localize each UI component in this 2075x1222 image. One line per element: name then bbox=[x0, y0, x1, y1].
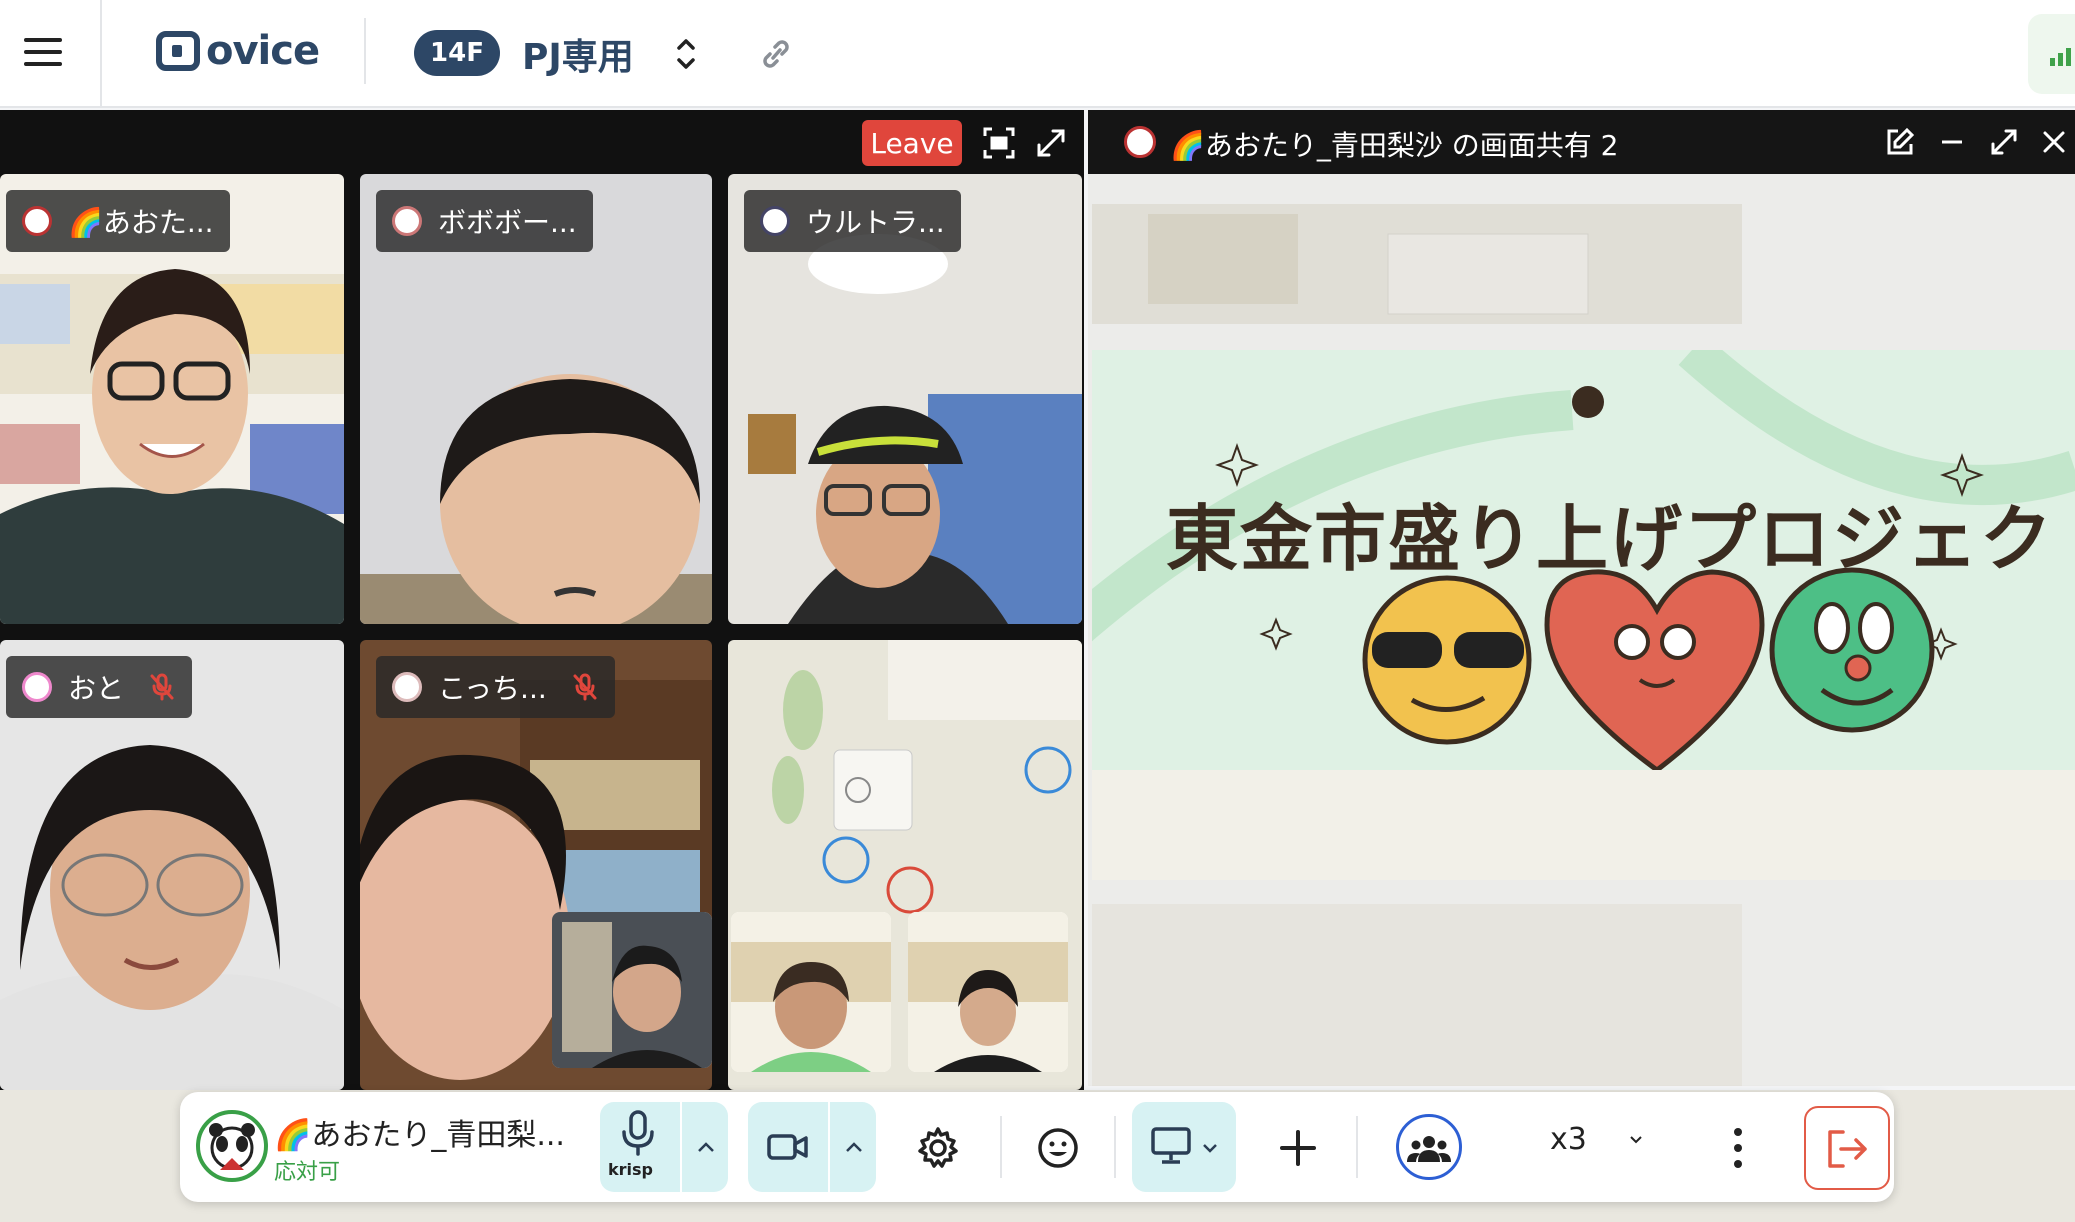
microphone-icon bbox=[622, 1110, 654, 1156]
video-tile[interactable]: おと bbox=[0, 640, 344, 1090]
close-icon[interactable] bbox=[2038, 126, 2070, 158]
krisp-label: krisp bbox=[608, 1160, 653, 1179]
chevron-down-icon[interactable] bbox=[1202, 1142, 1218, 1154]
room-switch-chevron-icon[interactable] bbox=[672, 34, 700, 74]
mic-muted-icon bbox=[150, 673, 174, 701]
settings-gear-icon[interactable] bbox=[916, 1126, 960, 1170]
participant-name: ボボボー... bbox=[438, 206, 577, 239]
participant-name: こっち... bbox=[438, 672, 547, 705]
video-tile[interactable]: ボボボー... bbox=[360, 174, 712, 624]
video-grid-panel: Leave 🌈あおた... ボボボー... ウルトラ... おと こっち... bbox=[0, 110, 1084, 1090]
participant-name-chip: ボボボー... bbox=[376, 190, 593, 252]
link-icon[interactable] bbox=[756, 36, 796, 72]
participant-name-chip: ウルトラ... bbox=[744, 190, 961, 252]
chevron-up-icon[interactable] bbox=[696, 1140, 716, 1154]
add-icon[interactable] bbox=[1278, 1128, 1318, 1168]
presentation-slide: 東金市盛り上げプロジェクト bbox=[1092, 350, 2075, 770]
exit-icon bbox=[1828, 1130, 1867, 1168]
menu-icon[interactable] bbox=[24, 38, 62, 68]
screen-share-title: 🌈あおたり_青田梨沙 の画面共有 2 bbox=[1170, 129, 1619, 162]
more-options-icon[interactable] bbox=[1732, 1126, 1744, 1170]
room-name[interactable]: PJ専用 bbox=[522, 28, 634, 80]
monitor-icon bbox=[1151, 1127, 1191, 1164]
participant-name: 🌈あおた... bbox=[68, 206, 214, 239]
minimize-icon[interactable] bbox=[1936, 126, 1968, 158]
participant-name: ウルトラ... bbox=[806, 206, 945, 239]
zoom-level[interactable]: x3 bbox=[1550, 1122, 1587, 1157]
my-avatar[interactable] bbox=[196, 1110, 268, 1182]
divider bbox=[364, 18, 366, 84]
slide-footer-band bbox=[1092, 770, 2075, 880]
mic-muted-icon bbox=[573, 673, 597, 701]
leave-button[interactable]: Leave bbox=[862, 120, 962, 166]
camera-button[interactable] bbox=[748, 1102, 876, 1192]
screen-share-panel: 🌈あおたり_青田梨沙 の画面共有 2 東金市盛り上げプロジェクト bbox=[1088, 110, 2075, 1086]
slide-title: 東金市盛り上げプロジェクト bbox=[1166, 497, 2075, 581]
focus-frame-icon[interactable] bbox=[982, 126, 1016, 160]
emoji-reaction-icon[interactable] bbox=[1036, 1126, 1080, 1170]
participant-name-chip: こっち... bbox=[376, 656, 615, 718]
annotate-icon[interactable] bbox=[1884, 126, 1916, 158]
participants-button[interactable] bbox=[1396, 1114, 1462, 1180]
mini-video-tile[interactable] bbox=[552, 912, 712, 1068]
screen-share-header: 🌈あおたり_青田梨沙 の画面共有 2 bbox=[1088, 110, 2075, 174]
floor-badge[interactable]: 14F bbox=[414, 30, 500, 76]
participant-name: おと bbox=[68, 672, 125, 705]
connection-signal-icon[interactable] bbox=[2028, 14, 2075, 94]
chevron-up-icon[interactable] bbox=[844, 1140, 864, 1154]
avatar bbox=[22, 672, 52, 702]
mini-video-tile[interactable] bbox=[908, 912, 1068, 1072]
my-status[interactable]: 応対可 bbox=[274, 1154, 340, 1186]
video-panel-header: Leave bbox=[0, 110, 1084, 174]
ovice-logo[interactable]: ovice bbox=[156, 26, 320, 76]
expand-icon[interactable] bbox=[1034, 126, 1068, 160]
participant-name-chip: 🌈あおた... bbox=[6, 190, 230, 252]
people-icon bbox=[1407, 1136, 1451, 1162]
avatar bbox=[1124, 126, 1156, 158]
expand-icon[interactable] bbox=[1988, 126, 2020, 158]
video-tile[interactable]: こっち... bbox=[360, 640, 712, 1090]
avatar bbox=[392, 672, 422, 702]
exit-space-button[interactable] bbox=[1804, 1106, 1890, 1190]
divider bbox=[100, 0, 102, 108]
my-name: 🌈あおたり_青田梨... bbox=[274, 1118, 565, 1153]
top-bar: ovice 14F PJ専用 bbox=[0, 0, 2075, 108]
logo-text: ovice bbox=[206, 28, 320, 74]
space-map-tile[interactable] bbox=[728, 640, 1082, 1090]
avatar bbox=[760, 206, 790, 236]
video-tile[interactable]: ウルトラ... bbox=[728, 174, 1082, 624]
avatar bbox=[22, 206, 52, 236]
microphone-button[interactable]: krisp bbox=[600, 1102, 728, 1192]
video-tile[interactable]: 🌈あおた... bbox=[0, 174, 344, 624]
bottom-toolbar: 🌈あおたり_青田梨... 応対可 krisp x3 bbox=[180, 1092, 1894, 1202]
mini-video-tile[interactable] bbox=[731, 912, 891, 1072]
logo-mark-icon bbox=[156, 31, 200, 71]
camera-icon bbox=[767, 1134, 808, 1160]
chevron-down-icon[interactable] bbox=[1628, 1134, 1644, 1146]
avatar bbox=[392, 206, 422, 236]
participant-name-chip: おと bbox=[6, 656, 193, 718]
screen-share-button[interactable] bbox=[1132, 1102, 1236, 1192]
